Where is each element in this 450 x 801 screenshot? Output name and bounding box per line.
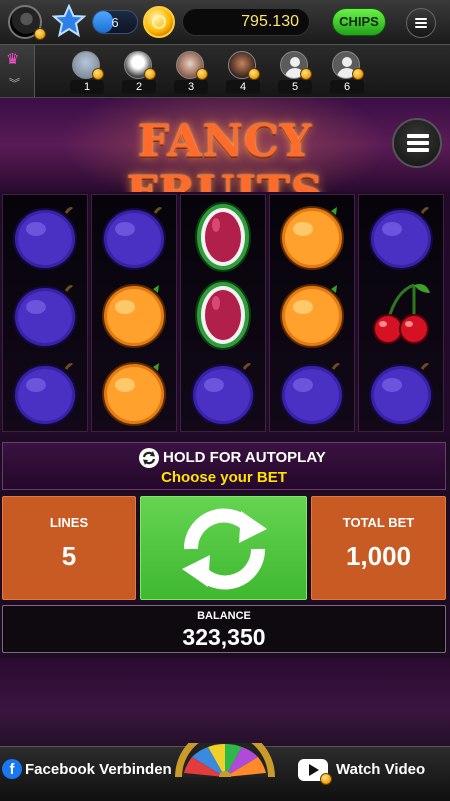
facebook-icon[interactable]: f [2,759,22,779]
reel-column [358,194,444,432]
coin-badge-icon [34,28,46,40]
coin-badge-icon [248,68,260,80]
level-progress-bar: 6 [92,10,138,34]
coin-badge-icon [196,68,208,80]
player-seat[interactable]: 2 [122,51,156,95]
player-seat[interactable]: 1 [70,51,104,95]
autoplay-label: HOLD FOR AUTOPLAY [163,449,326,466]
plum-symbol-icon [13,207,77,270]
star-level-icon [52,4,86,38]
coin-badge-icon [352,68,364,80]
autoplay-bar[interactable]: HOLD FOR AUTOPLAY Choose your BET [2,442,446,490]
melon-symbol-icon [195,202,251,272]
seat-number: 3 [174,80,208,94]
player-seat[interactable]: 5 [278,51,312,95]
plum-symbol-icon [191,363,255,426]
plum-symbol-icon [13,363,77,426]
bonus-wheel-icon[interactable] [170,743,280,777]
reel-column [180,194,266,432]
coin-badge-icon [92,68,104,80]
plum-symbol-icon [369,207,433,270]
balance-value: 323,350 [182,624,266,650]
plum-symbol-icon [13,285,77,348]
watch-video-link[interactable]: Watch Video [336,761,425,778]
reel-column [269,194,355,432]
total-bet-label: TOTAL BET [342,515,415,530]
orange-symbol-icon [280,206,344,270]
game-menu-button[interactable] [392,118,442,168]
coin-balance: 795.130 [182,8,310,36]
player-seat[interactable]: 6 [330,51,364,95]
bottom-bar: f Facebook Verbinden Watch Video [0,743,450,801]
total-bet-value: 1,000 [345,541,412,571]
top-bar: 6 795.130 CHIPS [0,0,450,45]
players-side-tab[interactable]: ♛ ︾ [0,45,35,97]
melon-symbol-icon [195,280,251,350]
player-seat[interactable]: 4 [226,51,260,95]
coin-badge-icon [320,773,332,785]
player-seat[interactable]: 3 [174,51,208,95]
bet-prompt: Choose your BET [161,469,287,486]
seat-number: 4 [226,80,260,94]
seat-number: 2 [122,80,156,94]
reel-column [91,194,177,432]
hamburger-icon [407,134,429,154]
player-seats-row: ♛ ︾ 1 2 3 4 5 6 [0,45,450,98]
seat-number: 1 [70,80,104,94]
slot-reels [0,192,450,437]
facebook-connect-link[interactable]: Facebook Verbinden [25,761,172,778]
crown-icon: ♛ [6,51,20,68]
coin-badge-icon [300,68,312,80]
plum-symbol-icon [280,363,344,426]
orange-symbol-icon [102,284,166,348]
lines-label: LINES [49,515,89,530]
seat-number: 6 [330,80,364,94]
total-bet-panel[interactable]: TOTAL BET 1,000 [311,496,446,600]
orange-symbol-icon [280,284,344,348]
main-menu-button[interactable] [406,8,436,38]
seat-number: 5 [278,80,312,94]
game-title: FANCY FRUITS [126,116,322,192]
balance-box: BALANCE 323,350 [2,605,446,653]
spin-button[interactable] [140,496,307,600]
spin-arrows-icon [182,508,267,590]
lines-value: 5 [61,541,77,571]
level-number: 6 [111,15,119,30]
background-panel [0,658,450,746]
plum-symbol-icon [369,363,433,426]
reel-column [2,194,88,432]
cherry-symbol-icon [373,283,430,344]
game-header: FANCY FRUITS [0,98,450,192]
orange-symbol-icon [102,362,166,426]
balance-label: BALANCE [197,610,251,622]
lines-panel[interactable]: LINES 5 [2,496,136,600]
coin-badge-icon [144,68,156,80]
hamburger-icon [415,18,427,28]
plum-symbol-icon [102,207,166,270]
autoplay-refresh-icon [139,448,159,468]
chips-button[interactable]: CHIPS [332,8,386,36]
double-chevron-down-icon: ︾ [9,78,20,90]
coin-icon[interactable] [143,6,175,38]
